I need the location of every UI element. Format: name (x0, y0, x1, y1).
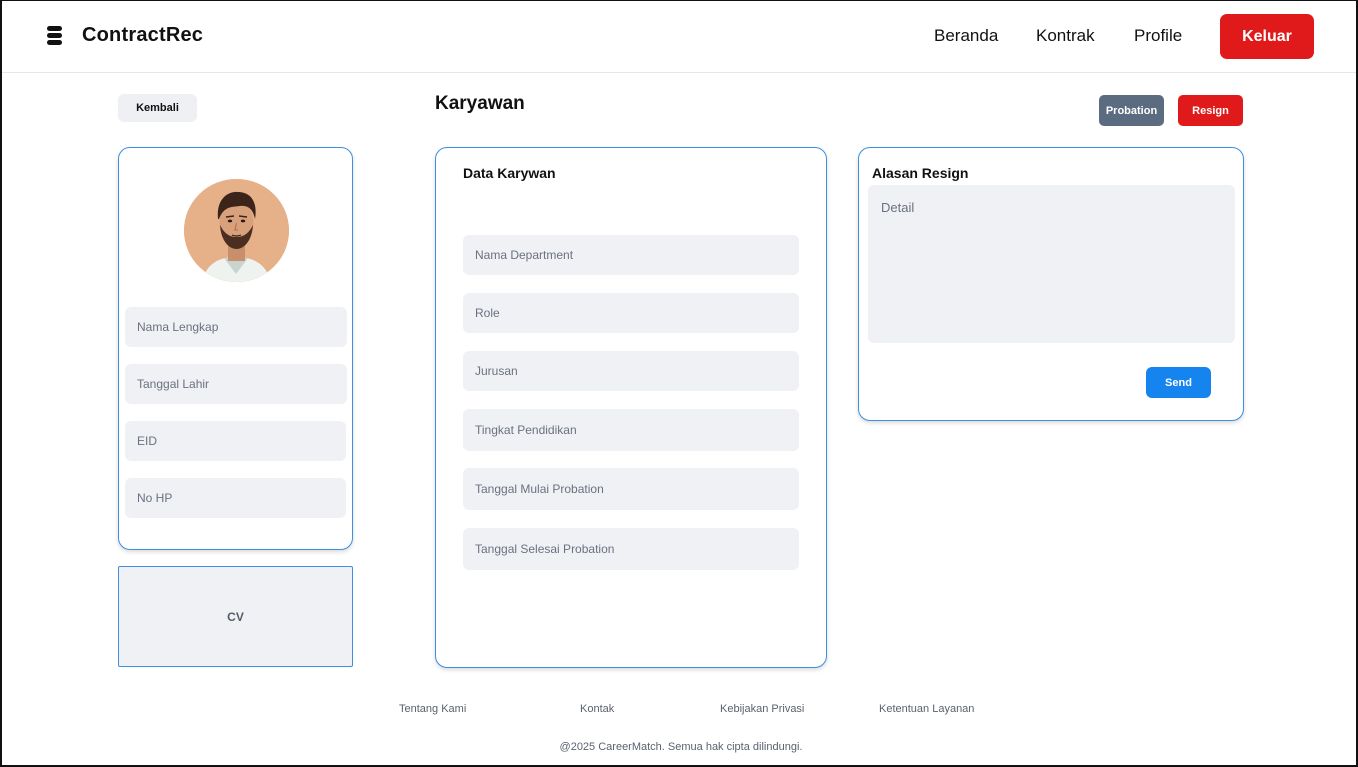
page-title: Karyawan (435, 93, 525, 114)
education-level-field[interactable]: Tingkat Pendidikan (463, 409, 799, 451)
cv-upload-box[interactable]: CV (118, 566, 353, 667)
role-field[interactable]: Role (463, 293, 799, 333)
send-button[interactable]: Send (1146, 367, 1211, 398)
stack-icon (46, 25, 64, 47)
top-navbar: ContractRec Beranda Kontrak Profile Kelu… (0, 0, 1358, 73)
footer-link-about[interactable]: Tentang Kami (399, 703, 466, 715)
employee-data-card: Data Karywan Nama Department Role Jurusa… (435, 147, 827, 668)
footer-link-privacy[interactable]: Kebijakan Privasi (720, 703, 804, 715)
brand-name: ContractRec (82, 24, 204, 46)
nav-link-beranda[interactable]: Beranda (934, 26, 998, 46)
department-name-field[interactable]: Nama Department (463, 235, 799, 275)
footer-link-contact[interactable]: Kontak (580, 703, 614, 715)
logout-button[interactable]: Keluar (1220, 14, 1314, 59)
probation-button[interactable]: Probation (1099, 95, 1164, 126)
resign-button[interactable]: Resign (1178, 95, 1243, 126)
employee-data-title: Data Karywan (463, 165, 556, 181)
resign-reason-title: Alasan Resign (872, 165, 969, 181)
phone-field[interactable]: No HP (125, 478, 346, 518)
brand-logo[interactable]: ContractRec (46, 24, 203, 47)
nav-link-kontrak[interactable]: Kontrak (1036, 26, 1095, 46)
birth-date-field[interactable]: Tanggal Lahir (125, 364, 347, 404)
copyright-text: @2025 CareerMatch. Semua hak cipta dilin… (559, 741, 803, 753)
resign-reason-card: Alasan Resign Detail Send (858, 147, 1244, 421)
footer-link-terms[interactable]: Ketentuan Layanan (879, 703, 974, 715)
back-button[interactable]: Kembali (118, 94, 197, 122)
major-field[interactable]: Jurusan (463, 351, 799, 391)
full-name-field[interactable]: Nama Lengkap (125, 307, 347, 347)
profile-card: Nama Lengkap Tanggal Lahir EID No HP (118, 147, 353, 550)
resign-detail-textarea[interactable]: Detail (868, 185, 1235, 343)
eid-field[interactable]: EID (125, 421, 346, 461)
avatar-portrait-image (184, 179, 289, 282)
nav-link-profile[interactable]: Profile (1134, 26, 1182, 46)
avatar (184, 179, 289, 282)
probation-start-field[interactable]: Tanggal Mulai Probation (463, 468, 799, 510)
probation-end-field[interactable]: Tanggal Selesai Probation (463, 528, 799, 570)
